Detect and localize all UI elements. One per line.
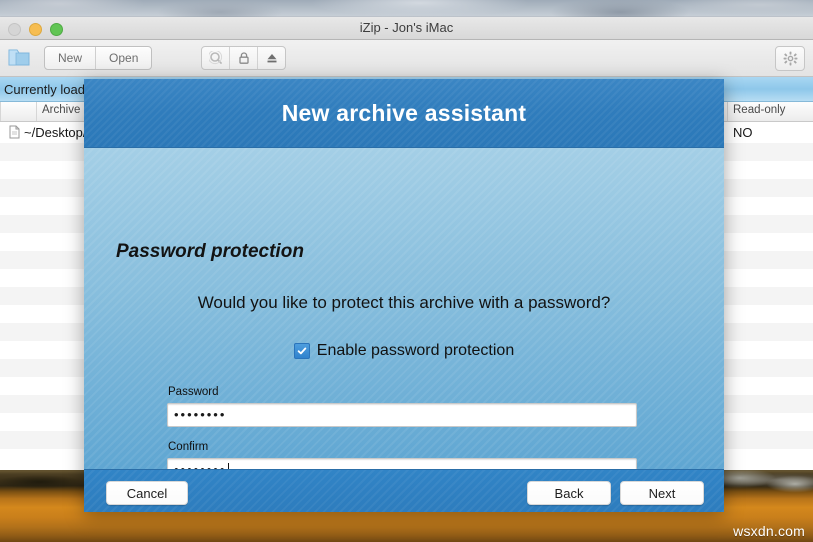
window-title: iZip - Jon's iMac (359, 20, 454, 35)
cancel-button[interactable]: Cancel (106, 481, 188, 505)
new-open-segmented-control: New Open (44, 46, 153, 70)
section-title: Password protection (116, 241, 304, 262)
folder-icon[interactable] (6, 44, 32, 70)
column-separator (727, 102, 728, 121)
search-icon[interactable] (202, 47, 230, 69)
toolbar-icon-group (201, 46, 286, 70)
question-text: Would you like to protect this archive w… (197, 293, 611, 312)
enable-password-protection-label: Enable password protection (316, 342, 515, 359)
screen: wsxdn.com iZip - Jon's iMac New Open Cur… (0, 0, 813, 542)
password-field[interactable]: •••••••• (167, 403, 637, 427)
password-label: Password (168, 386, 219, 398)
next-button[interactable]: Next (620, 481, 704, 505)
dialog-footer: Cancel Back Next (84, 469, 724, 512)
column-separator (0, 102, 1, 121)
column-separator (36, 102, 37, 121)
wallpaper-top-strip (0, 0, 813, 17)
dialog-header: New archive assistant (84, 79, 724, 148)
gear-icon[interactable] (775, 46, 805, 71)
password-value: •••••••• (174, 407, 227, 422)
lock-icon[interactable] (230, 47, 258, 69)
column-header-archive[interactable]: Archive (42, 104, 80, 116)
back-button[interactable]: Back (527, 481, 611, 505)
watermark: wsxdn.com (733, 523, 805, 539)
toolbar: New Open (0, 40, 813, 77)
dialog-title: New archive assistant (281, 99, 527, 126)
open-button[interactable]: Open (96, 47, 151, 69)
column-header-read-only[interactable]: Read-only (733, 104, 785, 116)
cell-read-only: NO (733, 125, 753, 140)
eject-icon[interactable] (258, 47, 285, 69)
window-titlebar: iZip - Jon's iMac (0, 17, 813, 40)
enable-password-protection-checkbox[interactable] (293, 343, 310, 359)
new-archive-assistant-dialog: New archive assistant Password protectio… (84, 79, 724, 512)
file-icon (9, 125, 20, 144)
confirm-label: Confirm (168, 441, 209, 453)
new-button[interactable]: New (45, 47, 97, 69)
enable-password-protection-row[interactable]: Enable password protection (84, 342, 724, 360)
dialog-body: Password protection Would you like to pr… (84, 148, 724, 512)
